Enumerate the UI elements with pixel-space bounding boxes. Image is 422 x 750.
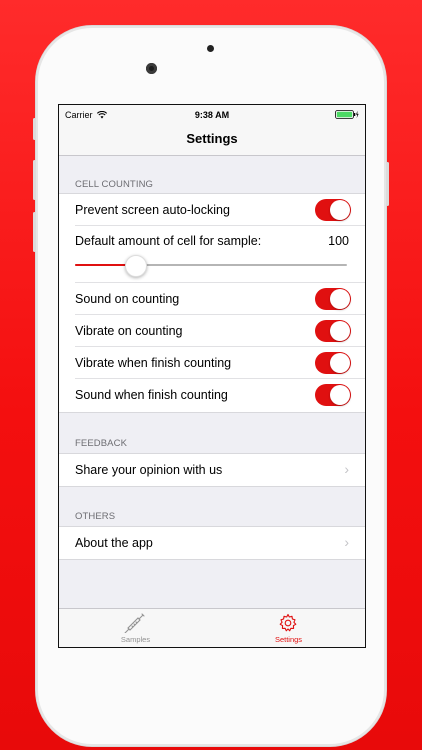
default-amount-slider[interactable] bbox=[75, 264, 347, 266]
syringe-icon bbox=[124, 613, 145, 633]
toggle-knob bbox=[330, 289, 350, 309]
cell-counting-group: Prevent screen auto-locking Default amou… bbox=[59, 193, 365, 413]
default-amount-value: 100 bbox=[328, 234, 349, 248]
row-sound-finish: Sound when finish counting bbox=[59, 379, 365, 411]
others-group: About the app › bbox=[59, 526, 365, 560]
toggle-knob bbox=[330, 321, 350, 341]
volume-up-button bbox=[33, 160, 36, 200]
power-button bbox=[386, 162, 389, 206]
vibrate-counting-label: Vibrate on counting bbox=[75, 324, 183, 338]
toggle-knob bbox=[330, 385, 350, 405]
row-sound-counting: Sound on counting bbox=[59, 283, 365, 315]
row-vibrate-counting: Vibrate on counting bbox=[59, 315, 365, 347]
share-opinion-label: Share your opinion with us bbox=[75, 463, 223, 477]
row-share-opinion[interactable]: Share your opinion with us › bbox=[59, 454, 365, 486]
chevron-right-icon: › bbox=[344, 534, 349, 550]
volume-down-button bbox=[33, 212, 36, 252]
tab-settings-label: Settings bbox=[274, 635, 303, 644]
prevent-lock-label: Prevent screen auto-locking bbox=[75, 203, 230, 217]
mute-switch bbox=[33, 118, 36, 140]
row-prevent-lock: Prevent screen auto-locking bbox=[59, 194, 365, 226]
sound-finish-toggle[interactable] bbox=[315, 384, 351, 406]
tab-samples-label: Samples bbox=[120, 635, 151, 644]
vibrate-finish-label: Vibrate when finish counting bbox=[75, 356, 232, 370]
gear-icon bbox=[279, 613, 297, 632]
sound-counting-toggle[interactable] bbox=[315, 288, 351, 310]
sound-finish-label: Sound when finish counting bbox=[75, 388, 228, 402]
section-header-others: OTHERS bbox=[75, 511, 116, 522]
default-amount-label: Default amount of cell for sample: bbox=[75, 234, 262, 248]
section-header-feedback: FEEDBACK bbox=[75, 438, 128, 449]
row-vibrate-finish: Vibrate when finish counting bbox=[59, 347, 365, 379]
section-header-cell-counting: CELL COUNTING bbox=[75, 179, 154, 190]
status-bar: Carrier 9:38 AM bbox=[59, 105, 365, 125]
page-title: Settings bbox=[186, 131, 238, 146]
sound-counting-label: Sound on counting bbox=[75, 292, 180, 306]
battery-icon bbox=[335, 110, 359, 119]
about-app-label: About the app bbox=[75, 536, 153, 550]
row-about-app[interactable]: About the app › bbox=[59, 527, 365, 559]
slider-thumb[interactable] bbox=[124, 255, 147, 277]
tab-samples[interactable]: Samples bbox=[59, 609, 212, 647]
tab-bar: Samples Settings bbox=[59, 608, 365, 647]
navigation-bar: Settings bbox=[59, 125, 365, 156]
vibrate-counting-toggle[interactable] bbox=[315, 320, 351, 342]
speaker bbox=[207, 45, 214, 52]
status-time: 9:38 AM bbox=[194, 110, 230, 120]
vibrate-finish-toggle[interactable] bbox=[315, 352, 351, 374]
prevent-lock-toggle[interactable] bbox=[315, 199, 351, 221]
toggle-knob bbox=[330, 200, 350, 220]
front-camera bbox=[146, 63, 157, 74]
row-default-amount: Default amount of cell for sample: 100 bbox=[59, 226, 365, 283]
app-screen: Carrier 9:38 AM Settings CELL COUNTING P… bbox=[58, 104, 366, 648]
chevron-right-icon: › bbox=[344, 461, 349, 477]
feedback-group: Share your opinion with us › bbox=[59, 453, 365, 487]
tab-settings[interactable]: Settings bbox=[212, 609, 365, 647]
toggle-knob bbox=[330, 353, 350, 373]
